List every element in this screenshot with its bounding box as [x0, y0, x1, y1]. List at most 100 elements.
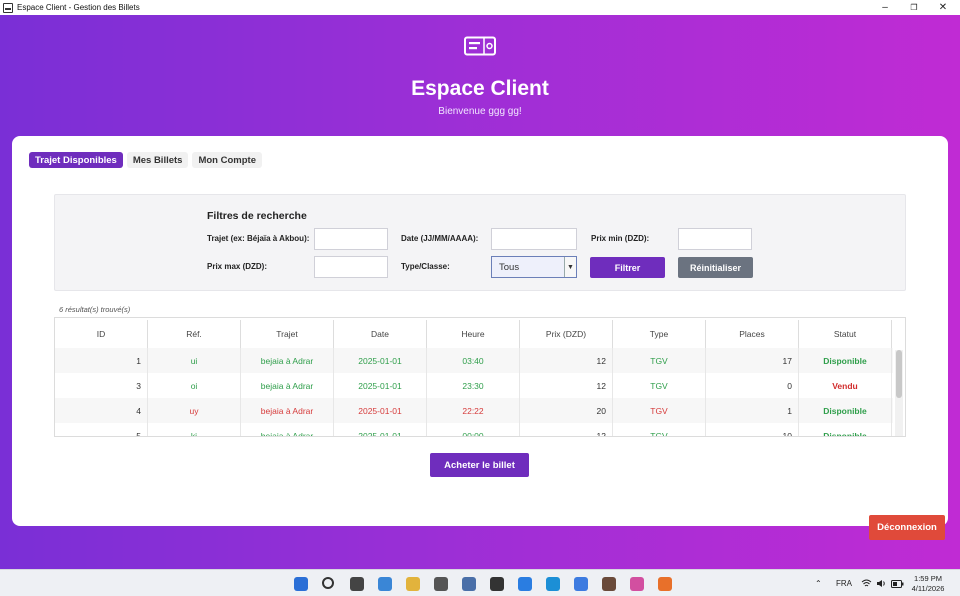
- taskbar-clock[interactable]: 1:59 PM 4/11/2026: [908, 574, 948, 594]
- window-titlebar: Espace Client - Gestion des Billets – ❐ …: [0, 0, 960, 15]
- cell-type: TGV: [613, 373, 706, 398]
- cell-ref: ki: [148, 423, 241, 436]
- mail-icon[interactable]: [462, 577, 476, 591]
- cell-prix: 12: [520, 373, 613, 398]
- column-header[interactable]: Trajet: [241, 320, 334, 348]
- dropdown-arrow-icon[interactable]: ▼: [564, 257, 576, 277]
- language-indicator[interactable]: FRA: [836, 570, 852, 596]
- cell-trajet: bejaia à Adrar: [241, 398, 334, 423]
- type-select[interactable]: Tous ▼: [491, 256, 577, 278]
- welcome-message: Bienvenue ggg gg!: [438, 106, 522, 117]
- cell-prix: 12: [520, 423, 613, 436]
- scrollbar-thumb[interactable]: [896, 350, 902, 398]
- cell-trajet: bejaia à Adrar: [241, 423, 334, 436]
- column-header[interactable]: Date: [334, 320, 427, 348]
- taskbar: ⌃ FRA 1:59 PM 4/11/2026: [0, 569, 960, 596]
- tab-trajets-disponibles[interactable]: Trajet Disponibles: [29, 152, 123, 168]
- clock-time: 1:59 PM: [914, 574, 942, 583]
- cell-ref: ui: [148, 348, 241, 373]
- task-view-icon[interactable]: [350, 577, 364, 591]
- cell-prix: 12: [520, 348, 613, 373]
- prix-max-label: Prix max (DZD):: [207, 262, 268, 271]
- settings-icon[interactable]: [434, 577, 448, 591]
- volume-icon[interactable]: [876, 570, 886, 596]
- maximize-button[interactable]: ❐: [899, 0, 929, 15]
- cell-places: 17: [706, 348, 799, 373]
- column-header[interactable]: Statut: [799, 320, 892, 348]
- cell-type: TGV: [613, 398, 706, 423]
- cell-date: 2025-01-01: [334, 398, 427, 423]
- cell-statut: Vendu: [799, 373, 892, 398]
- close-button[interactable]: ✕: [928, 0, 958, 15]
- results-count: 6 résultat(s) trouvé(s): [59, 305, 131, 314]
- window-title: Espace Client - Gestion des Billets: [17, 3, 140, 12]
- column-header[interactable]: Heure: [427, 320, 520, 348]
- edge-icon[interactable]: [546, 577, 560, 591]
- logout-button[interactable]: Déconnexion: [869, 515, 945, 540]
- column-header[interactable]: ID: [55, 320, 148, 348]
- search-icon[interactable]: [322, 577, 334, 589]
- tab-mes-billets[interactable]: Mes Billets: [126, 152, 189, 168]
- cell-statut: Disponible: [799, 423, 892, 436]
- column-header[interactable]: Type: [613, 320, 706, 348]
- app-background: Espace Client Bienvenue ggg gg! Trajet D…: [0, 15, 960, 569]
- reset-button[interactable]: Réinitialiser: [678, 257, 753, 278]
- cell-trajet: bejaia à Adrar: [241, 373, 334, 398]
- date-label: Date (JJ/MM/AAAA):: [401, 234, 479, 243]
- cell-places: 0: [706, 373, 799, 398]
- page-title: Espace Client: [411, 77, 549, 100]
- cell-id: 5: [55, 423, 148, 436]
- tab-bar: Trajet Disponibles Mes Billets Mon Compt…: [29, 152, 262, 168]
- filter-button[interactable]: Filtrer: [590, 257, 665, 278]
- cell-id: 3: [55, 373, 148, 398]
- date-input[interactable]: [491, 228, 577, 250]
- filters-title: Filtres de recherche: [207, 210, 307, 222]
- cell-heure: 23:30: [427, 373, 520, 398]
- app-icon[interactable]: [574, 577, 588, 591]
- column-header[interactable]: Réf.: [148, 320, 241, 348]
- cell-places: 1: [706, 398, 799, 423]
- gallery-icon[interactable]: [378, 577, 392, 591]
- cell-type: TGV: [613, 423, 706, 436]
- buy-ticket-button[interactable]: Acheter le billet: [430, 453, 529, 477]
- cell-trajet: bejaia à Adrar: [241, 348, 334, 373]
- clock-date: 4/11/2026: [911, 584, 945, 593]
- table-row[interactable]: 5 ki bejaia à Adrar 2025-01-01 00:00 12 TGV 10 D…: [55, 423, 893, 436]
- file-explorer-icon[interactable]: [406, 577, 420, 591]
- type-select-value: Tous: [499, 261, 520, 273]
- cell-id: 4: [55, 398, 148, 423]
- tab-mon-compte[interactable]: Mon Compte: [192, 152, 262, 168]
- table-row[interactable]: 4 uy bejaia à Adrar 2025-01-01 22:22 20 TGV 1 Di…: [55, 398, 893, 423]
- cell-date: 2025-01-01: [334, 348, 427, 373]
- column-header[interactable]: Places: [706, 320, 799, 348]
- table-header: ID Réf. Trajet Date Heure Prix (DZD) Typ…: [55, 320, 893, 348]
- column-header[interactable]: Prix (DZD): [520, 320, 613, 348]
- prix-max-input[interactable]: [314, 256, 388, 278]
- table-scrollbar[interactable]: [895, 350, 903, 436]
- ide-icon[interactable]: [602, 577, 616, 591]
- app-window-icon: [3, 2, 13, 13]
- wifi-icon[interactable]: [861, 570, 872, 596]
- chevron-up-icon[interactable]: ⌃: [815, 570, 822, 596]
- results-table: ID Réf. Trajet Date Heure Prix (DZD) Typ…: [54, 317, 906, 437]
- cell-ref: uy: [148, 398, 241, 423]
- table-row[interactable]: 3 oi bejaia à Adrar 2025-01-01 23:30 12 TGV 0 Ve…: [55, 373, 893, 398]
- minimize-button[interactable]: –: [870, 0, 900, 15]
- terminal-icon[interactable]: [490, 577, 504, 591]
- prix-min-input[interactable]: [678, 228, 752, 250]
- cell-date: 2025-01-01: [334, 423, 427, 436]
- prix-min-label: Prix min (DZD):: [591, 234, 650, 243]
- cell-statut: Disponible: [799, 348, 892, 373]
- windows-icon[interactable]: [294, 577, 308, 591]
- ticket-icon: [464, 36, 496, 56]
- copilot-icon[interactable]: [630, 577, 644, 591]
- cell-type: TGV: [613, 348, 706, 373]
- type-label: Type/Classe:: [401, 262, 450, 271]
- xampp-icon[interactable]: [658, 577, 672, 591]
- main-card: Trajet Disponibles Mes Billets Mon Compt…: [12, 136, 948, 526]
- table-row[interactable]: 1 ui bejaia à Adrar 2025-01-01 03:40 12 TGV 17 D…: [55, 348, 893, 373]
- trajet-input[interactable]: [314, 228, 388, 250]
- vscode-icon[interactable]: [518, 577, 532, 591]
- cell-statut: Disponible: [799, 398, 892, 423]
- battery-icon[interactable]: [891, 570, 904, 596]
